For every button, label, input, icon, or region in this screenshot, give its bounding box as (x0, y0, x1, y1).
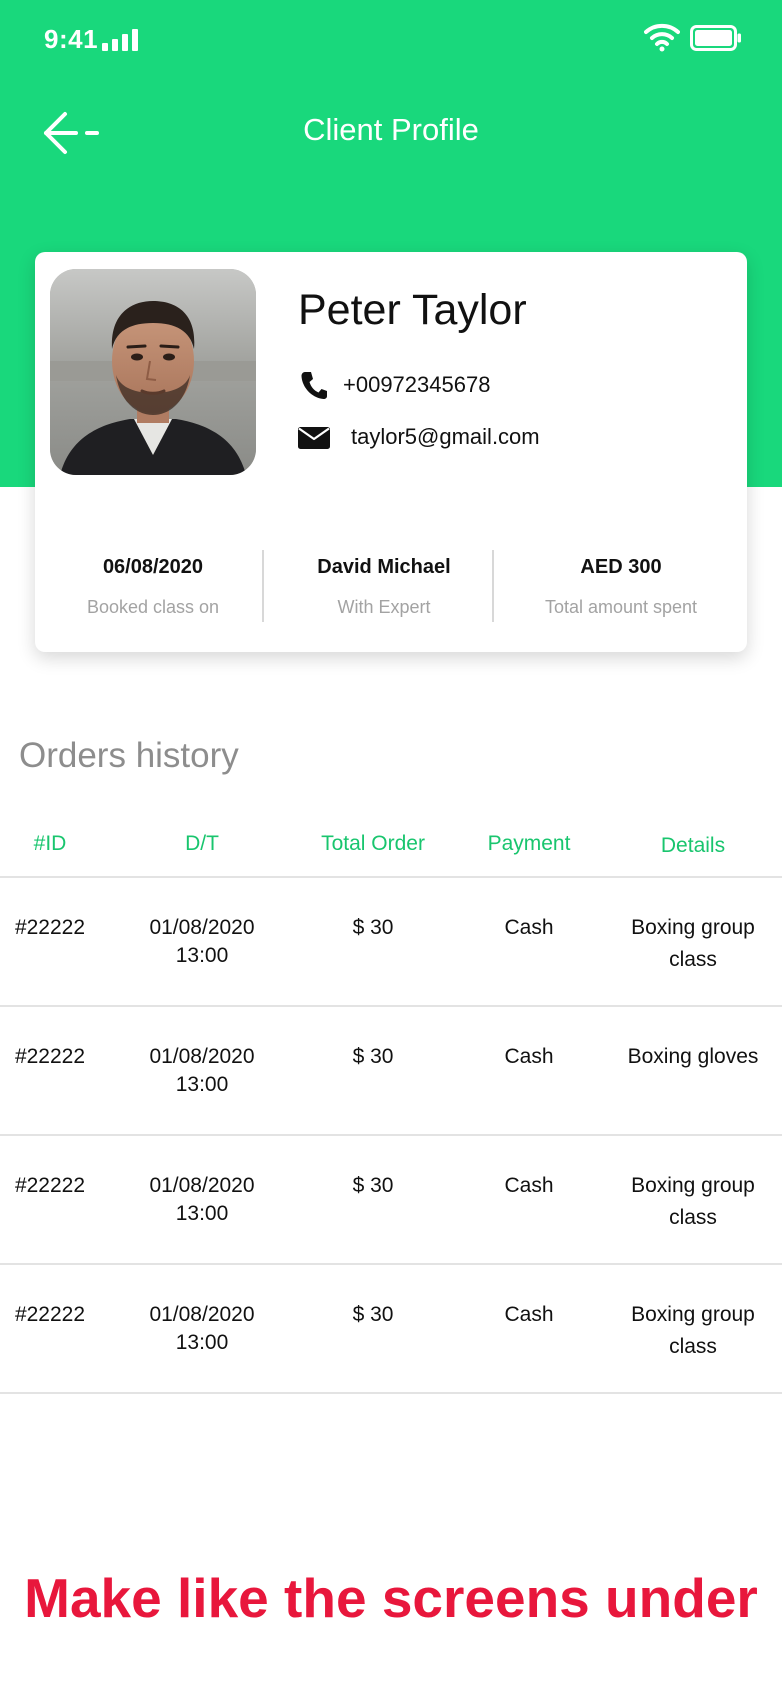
email-row[interactable]: taylor5@gmail.com (297, 422, 540, 452)
client-email: taylor5@gmail.com (351, 424, 540, 449)
order-date: 01/08/2020 (149, 1045, 255, 1068)
stat-label: Booked class on (86, 597, 220, 617)
order-payment: Cash (504, 1045, 554, 1068)
profile-photo (50, 269, 256, 475)
stat-total-spent: AED 300 Total amount spent (506, 550, 736, 618)
stat-label: Total amount spent (544, 597, 698, 617)
order-id: #22222 (14, 916, 86, 939)
order-datetime: 01/08/2020 13:00 (123, 1043, 281, 1099)
stat-value: AED 300 (580, 556, 662, 578)
cellular-signal-icon (102, 27, 138, 51)
column-header-payment[interactable]: Payment (454, 832, 604, 856)
order-time: 13:00 (175, 1331, 229, 1354)
profile-card: Peter Taylor +00972345678 taylor5@gmail.… (35, 252, 747, 652)
status-bar: 9:41 (0, 0, 782, 80)
table-row[interactable]: #22222 01/08/2020 13:00 $ 30 Cash Boxing… (0, 1265, 782, 1394)
stat-divider (492, 550, 494, 622)
stat-expert: David Michael With Expert (269, 550, 499, 618)
client-stats: 06/08/2020 Booked class on David Michael… (35, 550, 747, 622)
orders-table: #ID D/T Total Order Payment Details #222… (0, 820, 782, 1394)
order-time: 13:00 (175, 1202, 229, 1225)
table-row[interactable]: #22222 01/08/2020 13:00 $ 30 Cash Boxing… (0, 878, 782, 1007)
status-time: 9:41 (44, 24, 99, 54)
phone-row[interactable]: +00972345678 (297, 370, 490, 400)
column-header-id[interactable]: #ID (0, 832, 100, 856)
table-header: #ID D/T Total Order Payment Details (0, 820, 782, 878)
column-header-details[interactable]: Details (616, 834, 770, 858)
order-id: #22222 (14, 1303, 86, 1326)
footer-note: Make like the screens under (24, 1567, 758, 1629)
order-total: $ 30 (352, 1045, 394, 1068)
order-time: 13:00 (175, 944, 229, 967)
order-datetime: 01/08/2020 13:00 (123, 1172, 281, 1228)
stat-booked-class: 06/08/2020 Booked class on (38, 550, 268, 618)
wifi-icon (644, 23, 680, 52)
table-row[interactable]: #22222 01/08/2020 13:00 $ 30 Cash Boxing… (0, 1007, 782, 1136)
avatar (50, 269, 256, 475)
order-date: 01/08/2020 (149, 916, 255, 939)
order-id: #22222 (14, 1174, 86, 1197)
column-header-total-order[interactable]: Total Order (296, 832, 450, 856)
battery-icon (690, 25, 741, 51)
table-row[interactable]: #22222 01/08/2020 13:00 $ 30 Cash Boxing… (0, 1136, 782, 1265)
order-payment: Cash (504, 1303, 554, 1326)
mail-icon (297, 422, 331, 452)
stat-value: 06/08/2020 (102, 556, 204, 578)
order-details: Boxing group class (631, 1174, 755, 1229)
column-header-datetime[interactable]: D/T (123, 832, 281, 856)
order-details: Boxing group class (631, 916, 755, 971)
order-payment: Cash (504, 916, 554, 939)
stat-divider (262, 550, 264, 622)
order-datetime: 01/08/2020 13:00 (123, 914, 281, 970)
order-details: Boxing group class (631, 1303, 755, 1358)
order-details: Boxing gloves (627, 1045, 759, 1068)
page-title: Client Profile (303, 112, 479, 147)
client-name: Peter Taylor (298, 286, 527, 334)
order-payment: Cash (504, 1174, 554, 1197)
order-total: $ 30 (352, 916, 394, 939)
order-date: 01/08/2020 (149, 1174, 255, 1197)
stat-value: David Michael (317, 556, 451, 578)
order-time: 13:00 (175, 1073, 229, 1096)
order-total: $ 30 (352, 1303, 394, 1326)
orders-history-title: Orders history (19, 736, 239, 775)
client-phone: +00972345678 (343, 372, 491, 397)
order-datetime: 01/08/2020 13:00 (123, 1301, 281, 1357)
phone-icon (297, 370, 331, 400)
stat-label: With Expert (337, 597, 431, 617)
order-total: $ 30 (352, 1174, 394, 1197)
order-date: 01/08/2020 (149, 1303, 255, 1326)
order-id: #22222 (14, 1045, 86, 1068)
